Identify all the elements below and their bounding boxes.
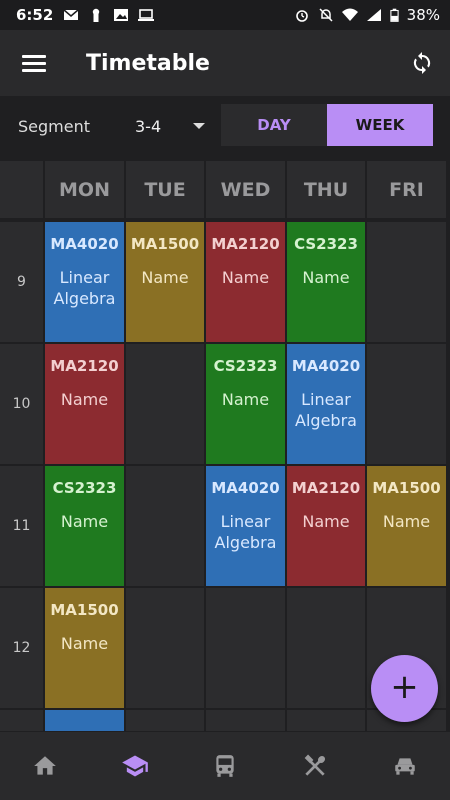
status-bar: 6:52 38% [0, 0, 450, 30]
graduation-cap-icon [122, 755, 148, 777]
course-code: CS2323 [213, 357, 278, 375]
course-block[interactable]: MA4020 Linear Algebra [287, 344, 365, 464]
course-block[interactable] [45, 710, 124, 731]
time-label [0, 710, 43, 731]
bell-off-icon [319, 8, 333, 22]
course-name: Linear Algebra [214, 512, 277, 552]
course-name: Linear Algebra [53, 268, 116, 308]
course-code: MA4020 [211, 479, 280, 497]
add-class-button[interactable]: + [371, 655, 438, 722]
course-name: Name [221, 390, 270, 409]
empty-slot[interactable] [126, 710, 204, 731]
course-block[interactable]: MA2120 Name [45, 344, 124, 464]
battery-level: 38% [406, 6, 440, 24]
course-name: Name [141, 268, 189, 287]
course-block[interactable]: MA4020 Linear Algebra [45, 222, 124, 342]
course-code: CS2323 [52, 479, 117, 497]
course-code: MA4020 [291, 357, 361, 375]
battery-icon [390, 8, 399, 22]
keyhole-icon [93, 8, 100, 22]
laptop-icon [138, 9, 155, 21]
day-header-fri: FRI [367, 161, 446, 218]
time-label-11: 11 [0, 466, 43, 586]
course-block[interactable]: MA1500 Name [367, 466, 446, 586]
empty-slot[interactable] [367, 344, 446, 464]
course-code: MA2120 [291, 479, 361, 497]
alarm-icon [295, 10, 308, 22]
segment-label: Segment [18, 116, 90, 136]
time-label-12: 12 [0, 588, 43, 708]
course-name: Name [60, 634, 109, 653]
empty-slot[interactable] [287, 588, 365, 708]
course-code: CS2323 [294, 235, 358, 253]
empty-slot[interactable] [126, 466, 204, 586]
page-title: Timetable [86, 50, 210, 76]
empty-slot[interactable] [206, 710, 285, 731]
course-block[interactable]: MA2120 Name [206, 222, 285, 342]
grid-corner [0, 161, 43, 218]
time-label-10: 10 [0, 344, 43, 464]
course-name: Name [221, 268, 270, 287]
course-name: Name [382, 512, 431, 531]
empty-slot[interactable] [126, 588, 204, 708]
course-code: MA2120 [50, 357, 119, 375]
course-code: MA1500 [130, 235, 200, 253]
empty-slot[interactable] [367, 222, 446, 342]
course-code: MA2120 [211, 235, 280, 253]
course-block[interactable]: CS2323 Name [287, 222, 365, 342]
mail-icon [63, 9, 79, 20]
empty-slot[interactable] [206, 588, 285, 708]
signal-icon [366, 9, 381, 21]
menu-icon[interactable] [22, 51, 46, 76]
fork-spoon-icon [304, 754, 326, 776]
course-block[interactable]: MA2120 Name [287, 466, 365, 586]
nav-bus[interactable] [205, 746, 245, 786]
course-name: Name [302, 268, 350, 287]
chevron-down-icon[interactable] [193, 123, 206, 129]
day-header-mon: MON [45, 161, 124, 218]
empty-slot[interactable] [126, 344, 204, 464]
app-bar: Timetable [0, 30, 450, 96]
bottom-nav [0, 732, 450, 800]
wifi-icon [341, 8, 358, 21]
course-block[interactable]: MA4020 Linear Algebra [206, 466, 285, 586]
segment-value[interactable]: 3-4 [135, 117, 161, 136]
view-toggle: DAY WEEK [221, 104, 433, 146]
nav-dining[interactable] [295, 746, 335, 786]
course-code: MA1500 [50, 601, 119, 619]
day-toggle-button[interactable]: DAY [221, 104, 327, 146]
day-header-tue: TUE [126, 161, 204, 218]
course-block[interactable]: MA1500 Name [126, 222, 204, 342]
status-time: 6:52 [16, 6, 54, 24]
day-header-wed: WED [206, 161, 285, 218]
nav-timetable[interactable] [115, 746, 155, 786]
course-block[interactable]: MA1500 Name [45, 588, 124, 708]
controls-bar: Segment 3-4 DAY WEEK [0, 96, 450, 156]
week-toggle-button[interactable]: WEEK [327, 104, 433, 146]
empty-slot[interactable] [287, 710, 365, 731]
home-icon [34, 756, 56, 775]
image-icon [114, 9, 129, 21]
course-block[interactable]: CS2323 Name [45, 466, 124, 586]
time-label-9: 9 [0, 222, 43, 342]
car-icon [395, 758, 415, 775]
timetable-grid: MON TUE WED THU FRI 9 10 11 12 MA4020 Linear Algeb… [0, 161, 450, 731]
course-block[interactable]: CS2323 Name [206, 344, 285, 464]
course-name: Name [302, 512, 350, 531]
bus-icon [216, 755, 234, 777]
course-name: Linear Algebra [295, 390, 357, 430]
nav-home[interactable] [25, 746, 65, 786]
course-code: MA1500 [372, 479, 441, 497]
course-code: MA4020 [50, 235, 119, 253]
course-name: Name [60, 390, 109, 409]
sync-icon[interactable] [410, 51, 434, 75]
day-header-thu: THU [287, 161, 365, 218]
course-name: Name [60, 512, 109, 531]
nav-car[interactable] [385, 746, 425, 786]
